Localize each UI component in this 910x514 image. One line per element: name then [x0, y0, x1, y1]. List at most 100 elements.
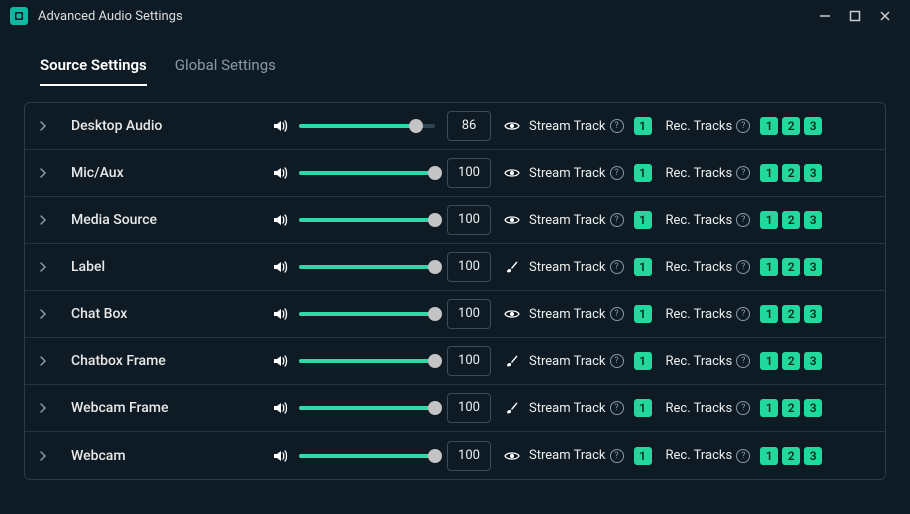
- brush-icon[interactable]: [503, 258, 521, 276]
- brush-icon[interactable]: [503, 399, 521, 417]
- volume-input[interactable]: 100: [447, 299, 491, 329]
- help-icon[interactable]: ?: [610, 166, 624, 180]
- track-badge[interactable]: 1: [634, 211, 652, 229]
- volume-input[interactable]: 100: [447, 205, 491, 235]
- stream-track-label: Stream Track: [529, 354, 606, 369]
- track-badge[interactable]: 3: [804, 352, 822, 370]
- track-badge[interactable]: 1: [634, 164, 652, 182]
- volume-slider[interactable]: [299, 312, 435, 316]
- expand-chevron-icon[interactable]: [39, 121, 53, 131]
- track-badge[interactable]: 2: [782, 117, 800, 135]
- volume-slider[interactable]: [299, 265, 435, 269]
- help-icon[interactable]: ?: [736, 213, 750, 227]
- speaker-icon[interactable]: [271, 352, 289, 370]
- track-badge[interactable]: 1: [634, 399, 652, 417]
- help-icon[interactable]: ?: [610, 260, 624, 274]
- track-badge[interactable]: 3: [804, 447, 822, 465]
- track-badge[interactable]: 1: [634, 117, 652, 135]
- speaker-icon[interactable]: [271, 305, 289, 323]
- expand-chevron-icon[interactable]: [39, 356, 53, 366]
- help-icon[interactable]: ?: [610, 213, 624, 227]
- help-icon[interactable]: ?: [736, 260, 750, 274]
- track-badge[interactable]: 1: [760, 258, 778, 276]
- eye-icon[interactable]: [503, 305, 521, 323]
- volume-slider[interactable]: [299, 171, 435, 175]
- eye-icon[interactable]: [503, 447, 521, 465]
- volume-slider[interactable]: [299, 359, 435, 363]
- expand-chevron-icon[interactable]: [39, 262, 53, 272]
- rec-track-badges: 123: [760, 447, 826, 465]
- volume-slider[interactable]: [299, 218, 435, 222]
- track-badge[interactable]: 2: [782, 447, 800, 465]
- speaker-icon[interactable]: [271, 399, 289, 417]
- track-badge[interactable]: 3: [804, 305, 822, 323]
- track-badge[interactable]: 3: [804, 117, 822, 135]
- window-maximize-button[interactable]: [840, 3, 870, 29]
- track-badge[interactable]: 1: [760, 117, 778, 135]
- track-badge[interactable]: 3: [804, 164, 822, 182]
- help-icon[interactable]: ?: [610, 354, 624, 368]
- speaker-icon[interactable]: [271, 211, 289, 229]
- track-badge[interactable]: 1: [760, 211, 778, 229]
- stream-track-label: Stream Track: [529, 260, 606, 275]
- window-close-button[interactable]: [870, 3, 900, 29]
- track-badge[interactable]: 2: [782, 211, 800, 229]
- track-badge[interactable]: 1: [760, 352, 778, 370]
- help-icon[interactable]: ?: [736, 119, 750, 133]
- track-badge[interactable]: 3: [804, 211, 822, 229]
- track-badge[interactable]: 1: [634, 258, 652, 276]
- track-badge[interactable]: 1: [634, 352, 652, 370]
- volume-input[interactable]: 100: [447, 346, 491, 376]
- eye-icon[interactable]: [503, 117, 521, 135]
- tab-source-settings[interactable]: Source Settings: [40, 56, 147, 86]
- track-badge[interactable]: 3: [804, 258, 822, 276]
- rec-track-badges: 123: [760, 399, 826, 417]
- help-icon[interactable]: ?: [610, 401, 624, 415]
- expand-chevron-icon[interactable]: [39, 309, 53, 319]
- help-icon[interactable]: ?: [736, 307, 750, 321]
- speaker-icon[interactable]: [271, 164, 289, 182]
- help-icon[interactable]: ?: [736, 401, 750, 415]
- track-badge[interactable]: 2: [782, 399, 800, 417]
- volume-input[interactable]: 100: [447, 441, 491, 471]
- help-icon[interactable]: ?: [610, 119, 624, 133]
- track-badge[interactable]: 1: [634, 447, 652, 465]
- track-badge[interactable]: 1: [760, 305, 778, 323]
- help-icon[interactable]: ?: [736, 166, 750, 180]
- expand-chevron-icon[interactable]: [39, 168, 53, 178]
- volume-input[interactable]: 100: [447, 158, 491, 188]
- help-icon[interactable]: ?: [610, 449, 624, 463]
- track-badge[interactable]: 1: [634, 305, 652, 323]
- track-badge[interactable]: 2: [782, 305, 800, 323]
- volume-slider[interactable]: [299, 406, 435, 410]
- track-badge[interactable]: 2: [782, 352, 800, 370]
- track-badge[interactable]: 1: [760, 447, 778, 465]
- help-icon[interactable]: ?: [736, 354, 750, 368]
- track-badge[interactable]: 1: [760, 399, 778, 417]
- expand-chevron-icon[interactable]: [39, 215, 53, 225]
- rec-track-badges: 123: [760, 164, 826, 182]
- track-badge[interactable]: 3: [804, 399, 822, 417]
- track-badge[interactable]: 1: [760, 164, 778, 182]
- eye-icon[interactable]: [503, 211, 521, 229]
- tab-global-settings[interactable]: Global Settings: [175, 56, 276, 86]
- volume-input[interactable]: 86: [447, 111, 491, 141]
- expand-chevron-icon[interactable]: [39, 451, 53, 461]
- speaker-icon[interactable]: [271, 117, 289, 135]
- help-icon[interactable]: ?: [736, 449, 750, 463]
- speaker-icon[interactable]: [271, 258, 289, 276]
- volume-slider[interactable]: [299, 124, 435, 128]
- track-badge[interactable]: 2: [782, 258, 800, 276]
- brush-icon[interactable]: [503, 352, 521, 370]
- source-row: Desktop Audio86Stream Track?1Rec. Tracks…: [25, 103, 885, 150]
- speaker-icon[interactable]: [271, 447, 289, 465]
- volume-slider[interactable]: [299, 454, 435, 458]
- volume-input[interactable]: 100: [447, 393, 491, 423]
- rec-track-badges: 123: [760, 258, 826, 276]
- volume-input[interactable]: 100: [447, 252, 491, 282]
- track-badge[interactable]: 2: [782, 164, 800, 182]
- expand-chevron-icon[interactable]: [39, 403, 53, 413]
- eye-icon[interactable]: [503, 164, 521, 182]
- help-icon[interactable]: ?: [610, 307, 624, 321]
- window-minimize-button[interactable]: [810, 3, 840, 29]
